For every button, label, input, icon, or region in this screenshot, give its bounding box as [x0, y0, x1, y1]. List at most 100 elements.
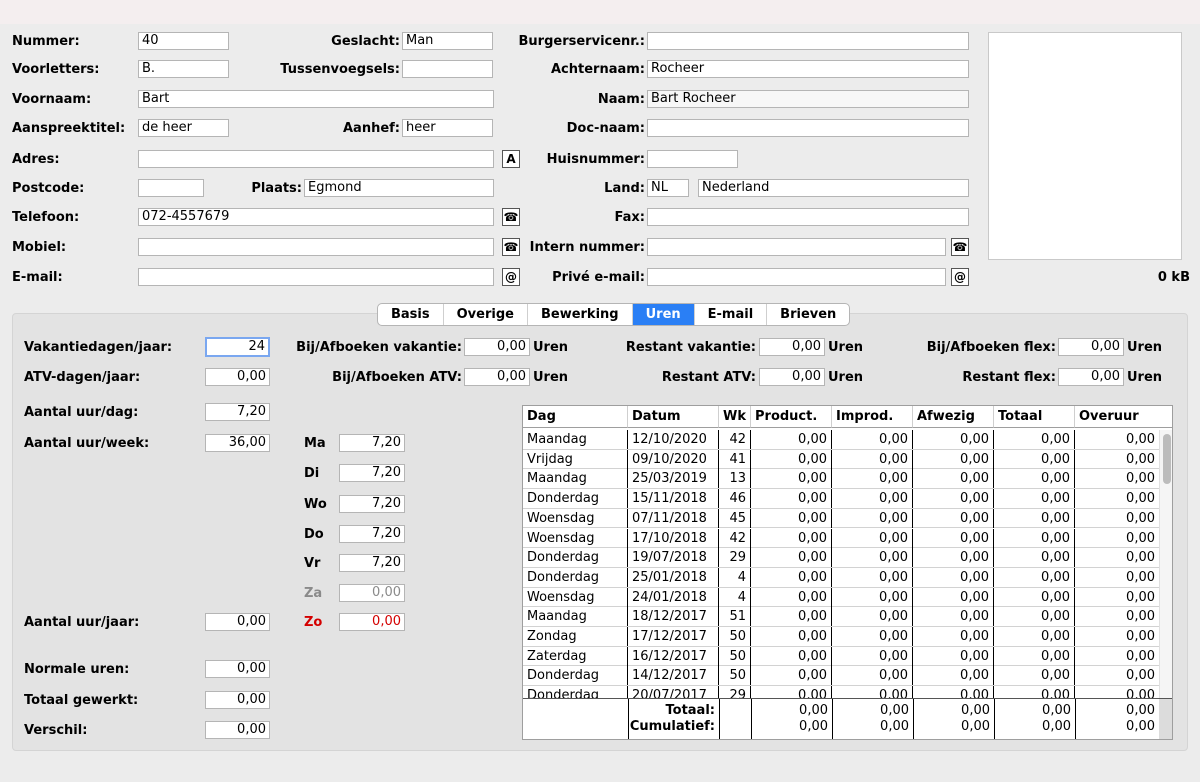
docnaam-field[interactable] — [647, 119, 969, 137]
table-row[interactable]: Woensdag 07/11/2018 45 0,00 0,00 0,00 0,00 0,00 — [523, 508, 1159, 529]
day-field-za[interactable]: 0,00 — [339, 584, 405, 602]
cell-product: 0,00 — [751, 430, 832, 449]
table-row[interactable]: Zaterdag 16/12/2017 50 0,00 0,00 0,00 0,00 0,00 — [523, 646, 1159, 667]
column-header-improd[interactable]: Improd. — [832, 406, 913, 428]
table-row[interactable]: Donderdag 14/12/2017 50 0,00 0,00 0,00 0,00 0,0… — [523, 666, 1159, 687]
tab-brieven[interactable]: Brieven — [767, 304, 849, 325]
table-scrollbar[interactable] — [1159, 430, 1172, 698]
aanhef-field[interactable]: heer — [402, 119, 493, 137]
column-header-wk[interactable]: Wk — [719, 406, 751, 428]
column-header-dag[interactable]: Dag — [523, 406, 628, 428]
cell-dag: Maandag — [523, 430, 628, 449]
bsn-label: Burgerservicenr.: — [518, 34, 645, 49]
cell-overuur: 0,00 — [1126, 510, 1155, 526]
bsn-field[interactable] — [647, 32, 969, 50]
cell-overuur: 0,00 — [1126, 648, 1155, 664]
cell-improd: 0,00 — [832, 489, 913, 509]
photo-well[interactable] — [988, 32, 1182, 260]
nummer-field[interactable]: 40 — [138, 32, 229, 50]
day-field-vr[interactable]: 7,20 — [339, 554, 405, 572]
voorletters-field[interactable]: B. — [138, 60, 229, 78]
column-header-totaal[interactable]: Totaal — [994, 406, 1075, 428]
cell-product: 0,00 — [751, 528, 832, 548]
column-header-afwezig[interactable]: Afwezig — [913, 406, 994, 428]
cell-wk: 50 — [719, 627, 751, 646]
intern-field[interactable] — [647, 238, 946, 256]
voornaam-field[interactable]: Bart — [138, 90, 494, 108]
aanhef-label: Aanhef: — [342, 121, 400, 136]
mobiel-field[interactable] — [138, 238, 494, 256]
restant-vakantie-label: Restant vakantie: — [625, 340, 756, 355]
restant-atv-label: Restant ATV: — [661, 370, 756, 385]
prive-email-icon[interactable]: @ — [951, 268, 969, 286]
uur-jaar-field[interactable]: 0,00 — [205, 613, 270, 631]
cell-dag: Donderdag — [523, 567, 628, 587]
hours-table: Dag Datum Wk Product. Improd. Afwezig To… — [522, 405, 1173, 740]
table-row[interactable]: Maandag 18/12/2017 51 0,00 0,00 0,00 0,00 0,00 — [523, 607, 1159, 627]
cell-overuur: 0,00 — [1126, 451, 1155, 467]
tab-bewerking[interactable]: Bewerking — [528, 304, 633, 325]
huisnummer-field[interactable] — [647, 150, 738, 168]
plaats-field[interactable]: Egmond — [304, 179, 494, 197]
day-field-wo[interactable]: 7,20 — [339, 495, 405, 513]
tab-email[interactable]: E-mail — [695, 304, 768, 325]
cell-overuur: 0,00 — [1126, 668, 1155, 684]
email-field[interactable] — [138, 268, 494, 286]
tab-bar: Basis Overige Bewerking Uren E-mail Brie… — [377, 303, 851, 326]
cell-dag: Woensdag — [523, 508, 628, 528]
table-row[interactable]: Zondag 17/12/2017 50 0,00 0,00 0,00 0,00 0,00 — [523, 627, 1159, 647]
vakantiedagen-field[interactable]: 24 — [205, 337, 270, 357]
tab-overige[interactable]: Overige — [444, 304, 528, 325]
column-header-overuur[interactable]: Overuur — [1075, 406, 1172, 428]
landcode-field[interactable]: NL — [647, 179, 689, 197]
day-field-di[interactable]: 7,20 — [339, 464, 405, 482]
bij-flex-field[interactable]: 0,00 — [1058, 338, 1124, 356]
scrollbar-thumb[interactable] — [1163, 434, 1171, 484]
atv-field[interactable]: 0,00 — [205, 368, 270, 386]
tab-basis[interactable]: Basis — [378, 304, 444, 325]
tussenvoegsels-field[interactable] — [402, 60, 493, 78]
geslacht-field[interactable]: Man — [402, 32, 493, 50]
tab-uren[interactable]: Uren — [632, 304, 695, 325]
land-field[interactable]: Nederland — [698, 179, 969, 197]
cell-improd: 0,00 — [832, 449, 913, 469]
table-row[interactable]: Vrijdag 09/10/2020 41 0,00 0,00 0,00 0,00 0,00 — [523, 449, 1159, 470]
cell-product: 0,00 — [751, 666, 832, 686]
adres-field[interactable] — [138, 150, 494, 168]
table-row[interactable]: Donderdag 20/07/2017 29 0,00 0,00 0,00 0,00 0,0… — [523, 686, 1159, 698]
table-row[interactable]: Woensdag 24/01/2018 4 0,00 0,00 0,00 0,00 0,00 — [523, 587, 1159, 608]
day-label-vr: Vr — [304, 556, 321, 571]
intern-phone-icon[interactable]: ☎ — [951, 238, 969, 256]
day-field-zo[interactable]: 0,00 — [339, 613, 405, 631]
fax-field[interactable] — [647, 208, 969, 226]
totaal-overuur: 0,00 — [1126, 703, 1155, 718]
telefoon-field[interactable]: 072-4557679 — [138, 208, 494, 226]
cell-improd: 0,00 — [832, 627, 913, 646]
column-header-datum[interactable]: Datum — [628, 406, 719, 428]
cell-totaal: 0,00 — [994, 646, 1075, 666]
cell-datum: 17/12/2017 — [628, 627, 719, 646]
cell-datum: 12/10/2020 — [628, 430, 719, 449]
prive-email-field[interactable] — [647, 268, 946, 286]
table-row[interactable]: Donderdag 19/07/2018 29 0,00 0,00 0,00 0,00 0,0… — [523, 548, 1159, 568]
achternaam-field[interactable]: Rocheer — [647, 60, 969, 78]
cell-dag: Vrijdag — [523, 449, 628, 469]
column-header-product[interactable]: Product. — [751, 406, 832, 428]
day-field-ma[interactable]: 7,20 — [339, 434, 405, 452]
telefoon-label: Telefoon: — [12, 210, 80, 225]
bij-atv-field[interactable]: 0,00 — [464, 368, 530, 386]
aanspreektitel-field[interactable]: de heer — [138, 119, 229, 137]
table-row[interactable]: Donderdag 25/01/2018 4 0,00 0,00 0,00 0,00 0,00 — [523, 567, 1159, 588]
cell-dag: Donderdag — [523, 686, 628, 698]
uur-dag-field[interactable]: 7,20 — [205, 403, 270, 421]
day-field-do[interactable]: 7,20 — [339, 525, 405, 543]
bij-vakantie-field[interactable]: 0,00 — [464, 338, 530, 356]
cell-afwezig: 0,00 — [913, 607, 994, 627]
table-row[interactable]: Maandag 12/10/2020 42 0,00 0,00 0,00 0,00 0,00 — [523, 430, 1159, 450]
table-row[interactable]: Donderdag 15/11/2018 46 0,00 0,00 0,00 0,00 0,0… — [523, 489, 1159, 509]
table-row[interactable]: Maandag 25/03/2019 13 0,00 0,00 0,00 0,00 0,00 — [523, 469, 1159, 490]
restant-atv-unit: Uren — [828, 370, 864, 385]
postcode-field[interactable] — [138, 179, 204, 197]
table-row[interactable]: Woensdag 17/10/2018 42 0,00 0,00 0,00 0,00 0,00 — [523, 528, 1159, 549]
uur-week-field[interactable]: 36,00 — [205, 434, 270, 452]
